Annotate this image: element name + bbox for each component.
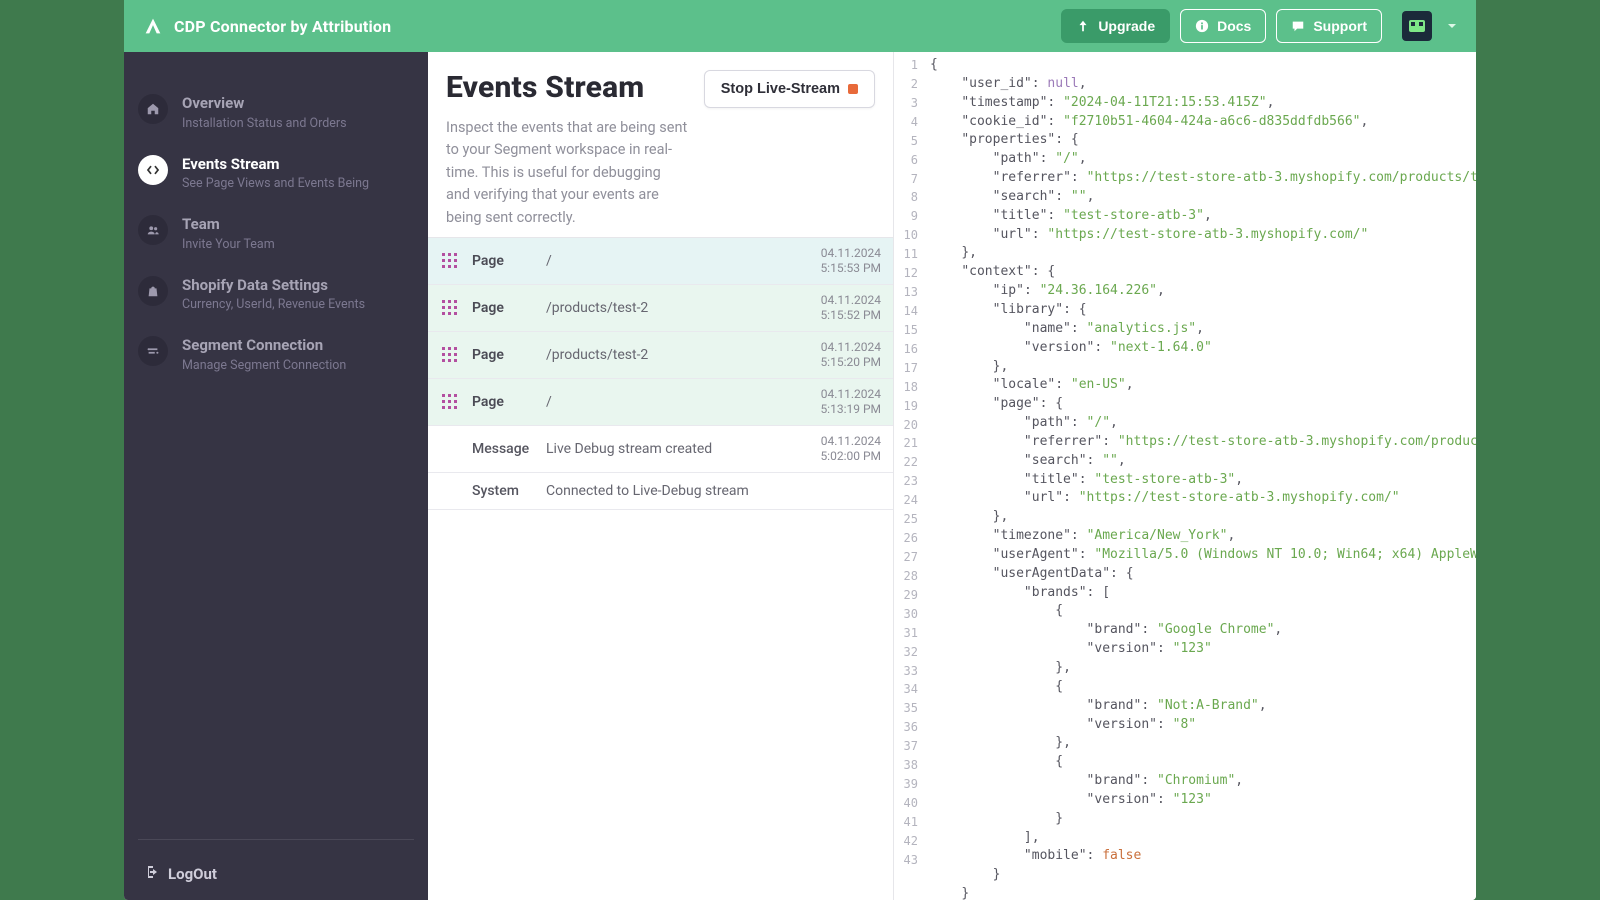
event-meta: 04.11.20245:15:53 PM bbox=[789, 246, 881, 276]
sidebar-item-sub: Invite Your Team bbox=[182, 237, 275, 252]
sidebar-item-overview[interactable]: Overview Installation Status and Orders bbox=[124, 82, 428, 143]
upgrade-button[interactable]: Upgrade bbox=[1061, 9, 1170, 43]
brand-logo-icon bbox=[142, 15, 164, 37]
bag-icon bbox=[138, 276, 168, 306]
avatar[interactable] bbox=[1402, 11, 1432, 41]
sidebar-item-shopify-data[interactable]: Shopify Data Settings Currency, UserId, … bbox=[124, 264, 428, 325]
home-icon bbox=[138, 94, 168, 124]
sidebar-item-sub: See Page Views and Events Being bbox=[182, 176, 369, 191]
logout-icon bbox=[142, 864, 158, 884]
event-type: Page bbox=[472, 347, 540, 363]
event-row[interactable]: System Connected to Live-Debug stream bbox=[428, 473, 893, 510]
stop-icon bbox=[848, 84, 858, 94]
sidebar-item-sub: Manage Segment Connection bbox=[182, 358, 346, 373]
event-path: / bbox=[546, 394, 783, 410]
logout-button[interactable]: LogOut bbox=[124, 848, 428, 900]
upgrade-label: Upgrade bbox=[1098, 18, 1155, 34]
event-path: /products/test-2 bbox=[546, 347, 783, 363]
sidebar-item-events-stream[interactable]: Events Stream See Page Views and Events … bbox=[124, 143, 428, 204]
sidebar-item-sub: Currency, UserId, Revenue Events bbox=[182, 297, 365, 312]
event-type: Page bbox=[472, 394, 540, 410]
event-type: System bbox=[472, 483, 540, 499]
event-row[interactable]: Page/products/test-2 04.11.20245:15:20 PM bbox=[428, 332, 893, 379]
event-path: /products/test-2 bbox=[546, 300, 783, 316]
chat-icon bbox=[1291, 19, 1305, 33]
event-type: Page bbox=[472, 253, 540, 269]
event-row[interactable]: Page/products/test-2 04.11.20245:15:52 PM bbox=[428, 285, 893, 332]
event-row[interactable]: Page / 04.11.20245:15:53 PM bbox=[428, 238, 893, 285]
info-icon bbox=[1195, 19, 1209, 33]
event-payload-panel: 1234567891011121314151617181920212223242… bbox=[894, 52, 1476, 900]
event-meta: 04.11.20245:13:19 PM bbox=[789, 387, 881, 417]
event-type: Page bbox=[472, 300, 540, 316]
sidebar-item-team[interactable]: Team Invite Your Team bbox=[124, 203, 428, 264]
brand-title: CDP Connector by Attribution bbox=[174, 17, 391, 36]
event-row[interactable]: Page / 04.11.20245:13:19 PM bbox=[428, 379, 893, 426]
sidebar-item-sub: Installation Status and Orders bbox=[182, 116, 347, 131]
sidebar-item-segment[interactable]: Segment Connection Manage Segment Connec… bbox=[124, 324, 428, 385]
event-glyph-icon bbox=[440, 298, 460, 318]
support-label: Support bbox=[1313, 18, 1367, 34]
event-row[interactable]: Message Live Debug stream created 04.11.20… bbox=[428, 426, 893, 473]
sidebar-item-label: Events Stream bbox=[182, 155, 369, 175]
event-meta: 04.11.20245:15:52 PM bbox=[789, 293, 881, 323]
brand: CDP Connector by Attribution bbox=[142, 15, 1051, 37]
team-icon bbox=[138, 215, 168, 245]
sidebar: Overview Installation Status and Orders … bbox=[124, 52, 428, 900]
sidebar-item-label: Shopify Data Settings bbox=[182, 276, 365, 296]
segment-icon bbox=[138, 336, 168, 366]
page-title: Events Stream bbox=[446, 70, 688, 105]
events-list: Page / 04.11.20245:15:53 PM Page/products/t… bbox=[428, 237, 893, 510]
sidebar-item-label: Segment Connection bbox=[182, 336, 346, 356]
docs-button[interactable]: Docs bbox=[1180, 9, 1266, 43]
logout-label: LogOut bbox=[168, 865, 217, 883]
event-meta: 04.11.20245:15:20 PM bbox=[789, 340, 881, 370]
upgrade-icon bbox=[1076, 19, 1090, 33]
account-menu-chevron-icon[interactable] bbox=[1446, 17, 1458, 36]
stop-live-stream-button[interactable]: Stop Live-Stream bbox=[704, 70, 875, 108]
event-meta: 04.11.20245:02:00 PM bbox=[789, 434, 881, 464]
sidebar-item-label: Overview bbox=[182, 94, 347, 114]
event-path: / bbox=[546, 253, 783, 269]
event-path: Connected to Live-Debug stream bbox=[546, 483, 783, 499]
sidebar-item-label: Team bbox=[182, 215, 275, 235]
event-glyph-icon bbox=[440, 251, 460, 271]
event-path: Live Debug stream created bbox=[546, 441, 783, 457]
event-glyph-icon bbox=[440, 392, 460, 412]
code-icon bbox=[138, 155, 168, 185]
stop-label: Stop Live-Stream bbox=[721, 81, 840, 97]
docs-label: Docs bbox=[1217, 18, 1251, 34]
event-payload-code[interactable]: { "user_id": null, "timestamp": "2024-04… bbox=[894, 52, 1476, 900]
support-button[interactable]: Support bbox=[1276, 9, 1382, 43]
event-glyph-icon bbox=[440, 345, 460, 365]
app-header: CDP Connector by Attribution Upgrade Doc… bbox=[124, 0, 1476, 52]
event-type: Message bbox=[472, 441, 540, 457]
page-lead: Inspect the events that are being sent t… bbox=[446, 117, 688, 229]
